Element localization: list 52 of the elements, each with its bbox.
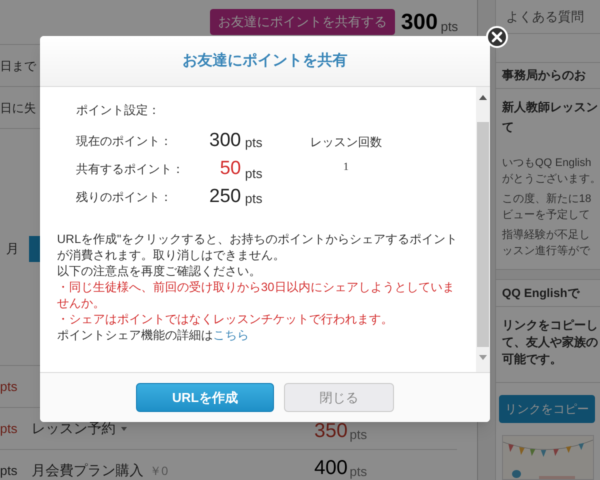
share-heading: QQ Englishで [502,285,580,302]
points-unit: pts [245,134,262,152]
copy-link-button[interactable]: リンクをコピー [499,395,595,424]
points-value: 300 [208,129,241,153]
lessons-count: 1 [343,160,349,175]
points-label: 現在のポイント： [76,133,173,150]
news-paragraph: 指導経験が不足し ッスン進行等がで [502,228,590,259]
points-unit: pts [0,420,18,438]
history-points: 350 [314,420,348,440]
scroll-up-icon[interactable] [479,95,487,100]
news-paragraph: いつもQQ English がとうございます。 [502,156,600,187]
notice-heading: 事務局からのお [502,67,586,84]
scroll-thumb[interactable] [477,122,489,347]
share-description: リンクをコピーし て、友人や家族の 可能です。 [502,317,598,368]
points-unit: pts [0,378,18,396]
warning-text: ・同じ生徒様へ、前回の受け取りから30日以内にシェアしようとしていませんか。 [57,279,456,311]
news-title: 新人教師レッスン [502,98,598,116]
caret-icon[interactable] [121,426,128,430]
history-label: レッスン予約 [31,419,116,438]
points-label: 共有するポイント： [76,161,185,178]
points-value: 250 [208,185,241,209]
points-unit: pts [245,190,262,208]
close-button[interactable]: 閉じる [284,383,394,412]
news-title: て [502,118,514,136]
month-label: 月 [5,240,19,258]
dialog-title: お友達にポイントを共有 [182,50,348,71]
points-unit: pts [245,164,262,183]
points-value: 300 [401,11,438,33]
settings-label: ポイント設定： [75,102,161,119]
history-points: 400 [314,458,348,478]
create-url-button[interactable]: URLを作成 [136,383,274,412]
points-label: 残りのポイント： [76,189,173,206]
faq-link[interactable]: よくある質問 [506,6,584,26]
points-unit: pts [350,464,367,478]
scroll-down-icon[interactable] [479,355,487,360]
details-link[interactable]: こちら [213,328,249,342]
details-text: ポイントシェア機能の詳細は [57,328,213,342]
points-unit: pts [440,20,458,33]
price-text: ￥0 [149,462,168,480]
share-points-button[interactable]: お友達にポイントを共有する [210,9,395,35]
lessons-header: レッスン回数 [310,134,382,151]
notice-text: URLを作成"をクリックすると、お持ちのポイントからシェアするポイントが消費されます。取り消しはできません。 [57,231,458,263]
points-unit: pts [350,428,367,440]
row-text: 日に失 [0,100,36,116]
points-unit: pts [0,462,18,480]
history-label: 月会費プラン購入 [31,461,144,480]
warning-text: ・シェアはポイントではなくレッスンチケットで行われます。 [57,311,394,327]
points-value: 50 [218,157,241,181]
notice-text: 以下の注意点を再度ご確認ください。 [57,263,262,279]
scrollbar[interactable] [476,87,490,372]
news-paragraph: この度、新たに18 ビューを予定して [502,192,592,223]
row-text: 日まで [0,58,36,74]
